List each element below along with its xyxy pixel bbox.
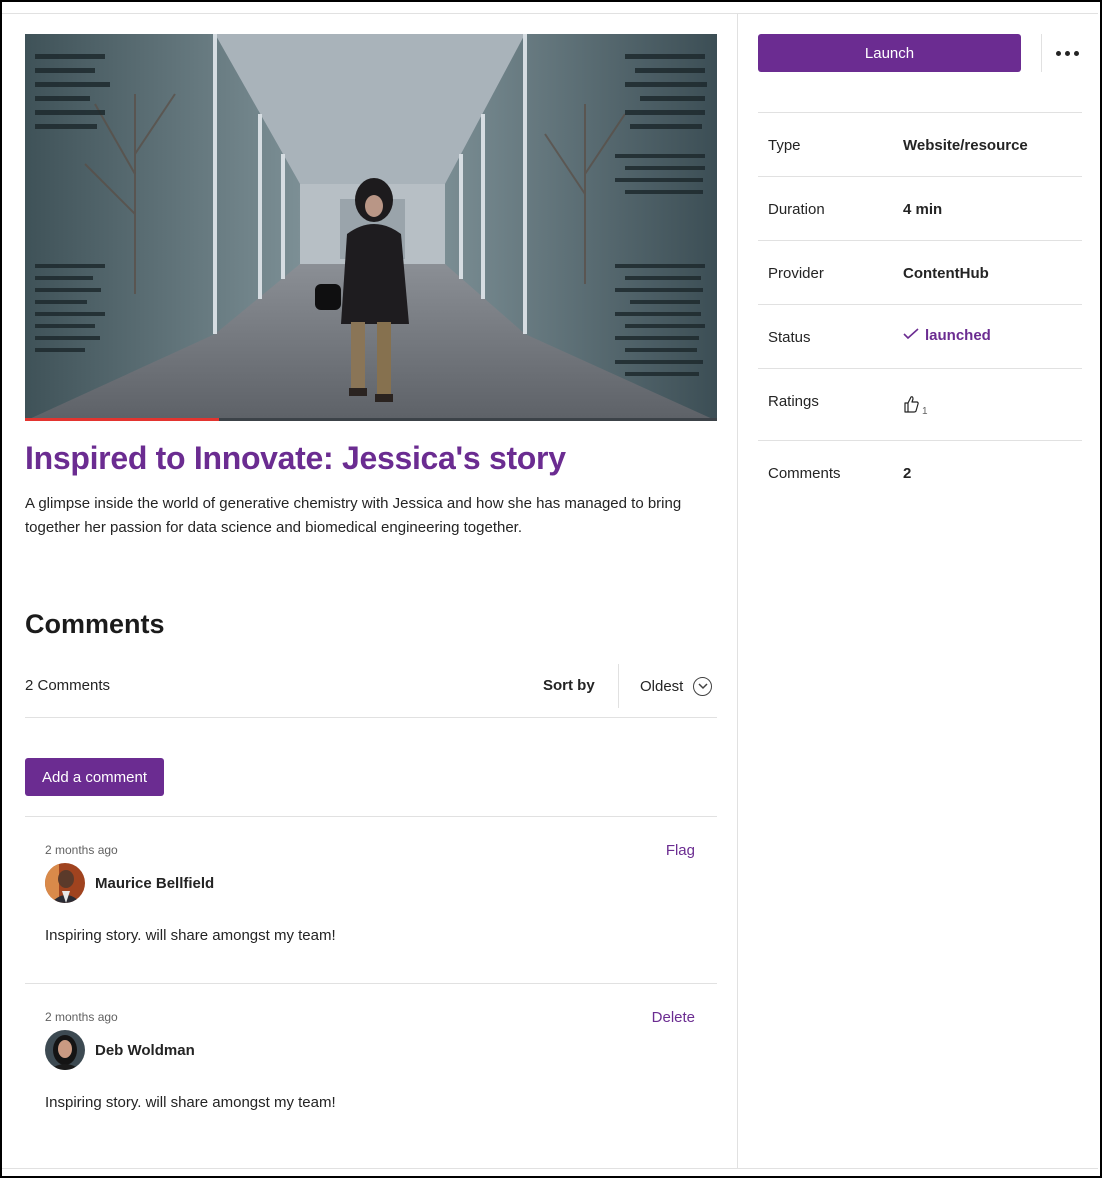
hero-image xyxy=(25,34,717,421)
comments-count: 2 Comments xyxy=(25,677,111,694)
property-value: Website/resource xyxy=(903,137,1028,154)
page-title: Inspired to Innovate: Jessica's story xyxy=(25,440,566,476)
property-label: Ratings xyxy=(768,393,819,410)
add-comment-button[interactable]: Add a comment xyxy=(25,758,164,796)
property-value: 2 xyxy=(903,465,912,482)
comments-heading: Comments xyxy=(25,609,165,639)
delete-link[interactable]: Delete xyxy=(652,1009,695,1026)
more-separator xyxy=(1041,34,1042,72)
comment-timestamp: 2 months ago xyxy=(45,843,118,857)
comment-item: 2 months ago Delete Deb Woldman Inspirin… xyxy=(25,984,717,1134)
chevron-down-icon xyxy=(693,676,713,696)
property-row-ratings: Ratings 1 xyxy=(758,368,1082,440)
comment-item: 2 months ago Flag Maurice Bellfield Insp… xyxy=(25,817,717,967)
avatar xyxy=(45,863,85,903)
sort-dropdown[interactable]: Oldest xyxy=(640,674,713,698)
property-row-status: Status launched xyxy=(758,304,1082,368)
video-progress-fill xyxy=(25,418,219,421)
comment-author[interactable]: Deb Woldman xyxy=(95,1042,195,1059)
more-horizontal-icon[interactable] xyxy=(1050,40,1084,66)
rating-value: 1 xyxy=(903,395,928,417)
hero-video-thumbnail[interactable] xyxy=(25,34,717,421)
rating-count: 1 xyxy=(922,406,928,417)
avatar xyxy=(45,1030,85,1070)
property-row-comments: Comments 2 xyxy=(758,440,1082,504)
comment-timestamp: 2 months ago xyxy=(45,1010,118,1024)
property-value: 4 min xyxy=(903,201,943,218)
status-value: launched xyxy=(903,327,991,344)
comment-text: Inspiring story. will share amongst my t… xyxy=(45,1094,336,1111)
property-label: Duration xyxy=(768,201,825,218)
status-text: launched xyxy=(925,327,991,344)
comment-author[interactable]: Maurice Bellfield xyxy=(95,875,214,892)
property-label: Comments xyxy=(768,465,841,482)
property-row-provider: Provider ContentHub xyxy=(758,240,1082,304)
thumbs-up-icon[interactable] xyxy=(903,395,919,417)
top-divider xyxy=(2,13,1098,14)
sort-dropdown-value: Oldest xyxy=(640,677,684,695)
checkmark-icon xyxy=(903,327,919,344)
properties-list: Type Website/resource Duration 4 min Pro… xyxy=(758,112,1082,504)
panel-divider xyxy=(737,14,738,1168)
property-row-duration: Duration 4 min xyxy=(758,176,1082,240)
comment-text: Inspiring story. will share amongst my t… xyxy=(45,927,336,944)
sort-separator xyxy=(618,664,619,708)
property-row-type: Type Website/resource xyxy=(758,112,1082,176)
course-description: A glimpse inside the world of generative… xyxy=(25,495,682,536)
launch-button[interactable]: Launch xyxy=(758,34,1021,72)
property-label: Type xyxy=(768,137,801,154)
sort-label: Sort by xyxy=(543,677,595,694)
property-value: ContentHub xyxy=(903,265,989,282)
flag-link[interactable]: Flag xyxy=(666,842,695,859)
bottom-divider xyxy=(2,1168,1098,1169)
divider xyxy=(25,717,717,718)
property-label: Provider xyxy=(768,265,824,282)
property-label: Status xyxy=(768,329,811,346)
